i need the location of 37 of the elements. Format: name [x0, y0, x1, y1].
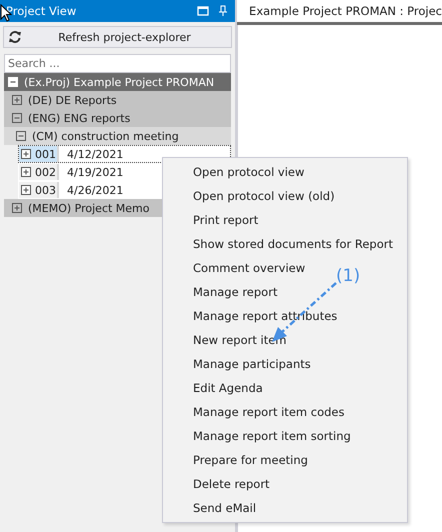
- menu-item[interactable]: Manage report item sorting: [163, 424, 351, 448]
- expand-icon[interactable]: [21, 149, 31, 159]
- search-field[interactable]: Search ...: [4, 54, 232, 73]
- tree-node[interactable]: (DE) DE Reports: [4, 91, 232, 109]
- tree-node[interactable]: (Ex.Proj) Example Project PROMAN: [4, 73, 232, 91]
- refresh-button[interactable]: Refresh project-explorer: [3, 26, 232, 48]
- tree-node[interactable]: (CM) construction meeting: [4, 127, 232, 145]
- menu-item[interactable]: Show stored documents for Report: [163, 232, 393, 256]
- report-date-cell[interactable]: 4/12/2021: [59, 146, 124, 162]
- report-date-cell[interactable]: 4/26/2021: [59, 182, 124, 198]
- report-number-cell[interactable]: 002: [19, 164, 59, 180]
- menu-item[interactable]: Delete report: [163, 472, 270, 496]
- report-number-cell[interactable]: 003: [19, 182, 59, 198]
- menu-item[interactable]: Prepare for meeting: [163, 448, 308, 472]
- refresh-icon: [8, 30, 22, 44]
- menu-item[interactable]: Manage report: [163, 280, 278, 304]
- tree-node[interactable]: (ENG) ENG reports: [4, 109, 232, 127]
- annotation-label: (1): [336, 266, 360, 286]
- report-number: 003: [35, 184, 56, 196]
- expand-icon[interactable]: [12, 95, 22, 105]
- expand-icon[interactable]: [21, 167, 31, 177]
- report-number: 002: [35, 166, 56, 178]
- expand-icon[interactable]: [12, 203, 22, 213]
- menu-item[interactable]: Send eMail: [163, 496, 256, 520]
- maximize-icon[interactable]: [197, 5, 210, 17]
- menu-item[interactable]: Edit Agenda: [163, 376, 263, 400]
- pin-icon[interactable]: [217, 5, 230, 17]
- report-number-cell[interactable]: 001: [19, 146, 59, 162]
- menu-item[interactable]: Comment overview: [163, 256, 306, 280]
- report-date-cell[interactable]: 4/19/2021: [59, 164, 124, 180]
- menu-item[interactable]: Open protocol view: [163, 160, 304, 184]
- collapse-icon[interactable]: [16, 131, 26, 141]
- report-number: 001: [35, 148, 56, 160]
- collapse-icon[interactable]: [12, 113, 22, 123]
- menu-item[interactable]: Manage report item codes: [163, 400, 344, 424]
- expand-icon[interactable]: [21, 185, 31, 195]
- menu-item[interactable]: Manage participants: [163, 352, 311, 376]
